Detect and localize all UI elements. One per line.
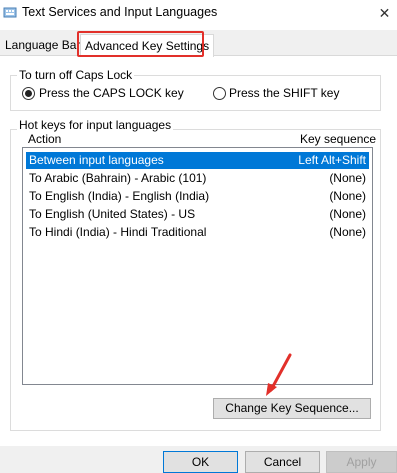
column-header-action: Action [28, 132, 62, 146]
column-header-key-sequence: Key sequence [300, 132, 377, 146]
list-item-action: Between input languages [29, 153, 164, 167]
list-item[interactable]: Between input languages Left Alt+Shift [26, 152, 369, 169]
cancel-button[interactable]: Cancel [245, 451, 320, 473]
list-item-key: (None) [329, 207, 366, 221]
ok-button[interactable]: OK [163, 451, 238, 473]
radio-shift-label[interactable]: Press the SHIFT key [229, 86, 339, 100]
radio-caps-lock[interactable] [22, 87, 35, 100]
apply-button[interactable]: Apply [326, 451, 397, 473]
list-item[interactable]: To Hindi (India) - Hindi Traditional (No… [26, 224, 369, 241]
keyboard-settings-icon [3, 7, 17, 18]
list-item-action: To Arabic (Bahrain) - Arabic (101) [29, 171, 207, 185]
hotkeys-group-title: Hot keys for input languages [17, 118, 174, 132]
caps-lock-group-title: To turn off Caps Lock [17, 68, 135, 82]
list-item-key: Left Alt+Shift [298, 153, 366, 167]
list-item-action: To English (United States) - US [29, 207, 196, 221]
list-item-action: To English (India) - English (India) [29, 189, 210, 203]
window-title: Text Services and Input Languages [22, 5, 218, 19]
hotkeys-list[interactable]: Between input languages Left Alt+Shift T… [22, 147, 373, 385]
list-item[interactable]: To English (United States) - US (None) [26, 206, 369, 223]
list-item[interactable]: To English (India) - English (India) (No… [26, 188, 369, 205]
list-item-action: To Hindi (India) - Hindi Traditional [29, 225, 207, 239]
change-key-sequence-button[interactable]: Change Key Sequence... [213, 398, 371, 419]
red-arrow-icon [266, 353, 292, 396]
radio-caps-lock-label[interactable]: Press the CAPS LOCK key [39, 86, 184, 100]
radio-dot [25, 90, 32, 97]
tab-highlight-box [77, 31, 204, 57]
radio-shift[interactable] [213, 87, 226, 100]
list-item-key: (None) [329, 189, 366, 203]
close-icon[interactable]: ✕ [372, 0, 397, 26]
list-item[interactable]: To Arabic (Bahrain) - Arabic (101) (None… [26, 170, 369, 187]
tab-language-bar[interactable]: Language Bar [1, 36, 84, 55]
list-item-key: (None) [329, 225, 366, 239]
list-item-key: (None) [329, 171, 366, 185]
